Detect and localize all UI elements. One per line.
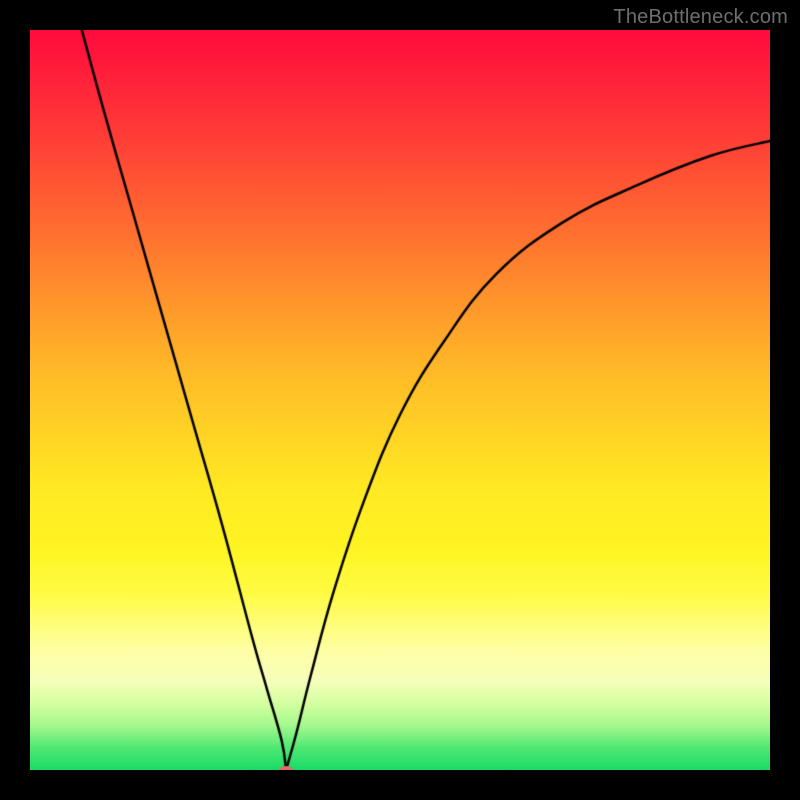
plot-area [30,30,770,770]
chart-frame: TheBottleneck.com [0,0,800,800]
bottleneck-curve [30,30,770,770]
watermark-text: TheBottleneck.com [613,6,788,29]
